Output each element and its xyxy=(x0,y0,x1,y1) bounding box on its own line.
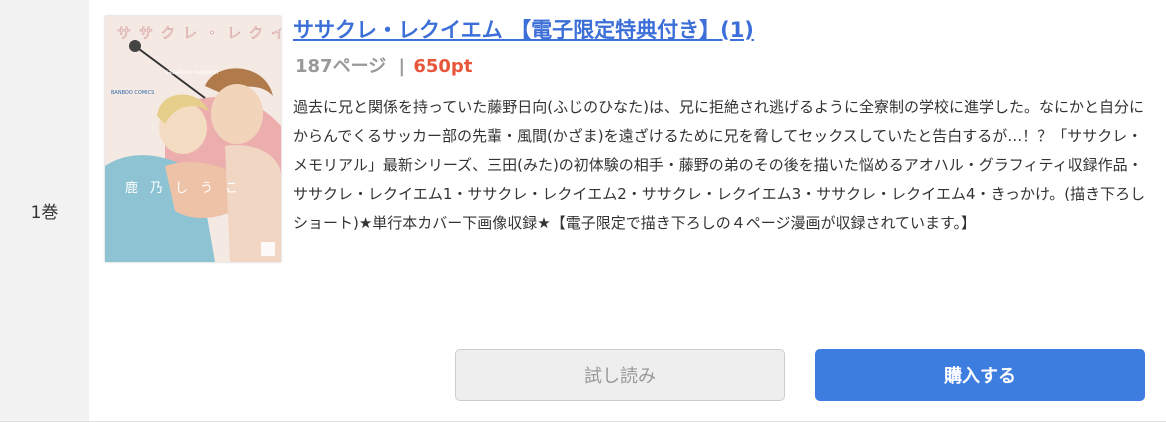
trial-read-button[interactable]: 試し読み xyxy=(455,349,785,401)
cover-subtitle-text: sasakure requiem xyxy=(165,69,219,76)
buy-button[interactable]: 購入する xyxy=(815,349,1145,401)
price: 650pt xyxy=(413,56,473,77)
volume-column: 1巻 xyxy=(0,0,89,421)
volume-row: 1巻 ササクレ・レクイエム sasakure requiem BANBOO CO… xyxy=(0,0,1166,422)
meta-separator: | xyxy=(398,56,406,77)
book-meta: 187ページ | 650pt xyxy=(295,52,472,78)
book-title-link[interactable]: ササクレ・レクイエム 【電子限定特典付き】(1) xyxy=(293,14,754,44)
page-count: 187ページ xyxy=(295,56,387,77)
volume-label: 1巻 xyxy=(30,203,59,223)
cover-illustration: ササクレ・レクイエム sasakure requiem BANBOO COMIC… xyxy=(105,16,281,262)
trial-read-label: 試し読み xyxy=(584,366,656,387)
cover-author-text: 鹿乃しうこ xyxy=(125,180,250,196)
cover-title-text: ササクレ・レクイエム xyxy=(117,26,281,42)
buy-label: 購入する xyxy=(944,366,1016,387)
book-description: 過去に兄と関係を持っていた藤野日向(ふじのひなた)は、兄に拒絶され逃げるように全… xyxy=(293,98,1146,232)
book-cover-image[interactable]: ササクレ・レクイエム sasakure requiem BANBOO COMIC… xyxy=(105,16,281,262)
cover-publisher-text: BANBOO COMICS xyxy=(111,90,154,96)
